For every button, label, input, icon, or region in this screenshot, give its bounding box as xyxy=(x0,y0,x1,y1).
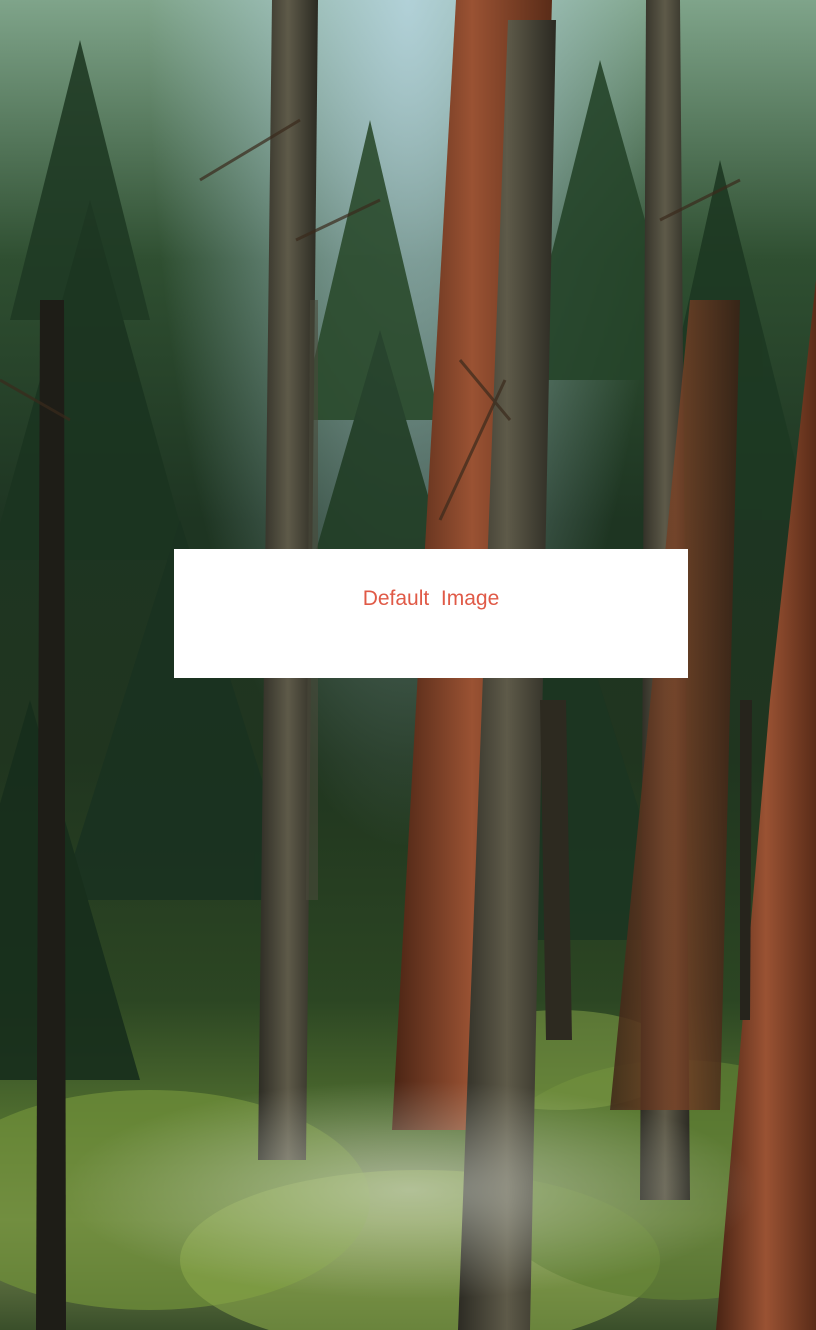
default-image-placeholder[interactable]: Default Image xyxy=(174,549,688,678)
fog-overlay xyxy=(60,1080,760,1300)
placeholder-label: Default Image xyxy=(362,587,500,610)
